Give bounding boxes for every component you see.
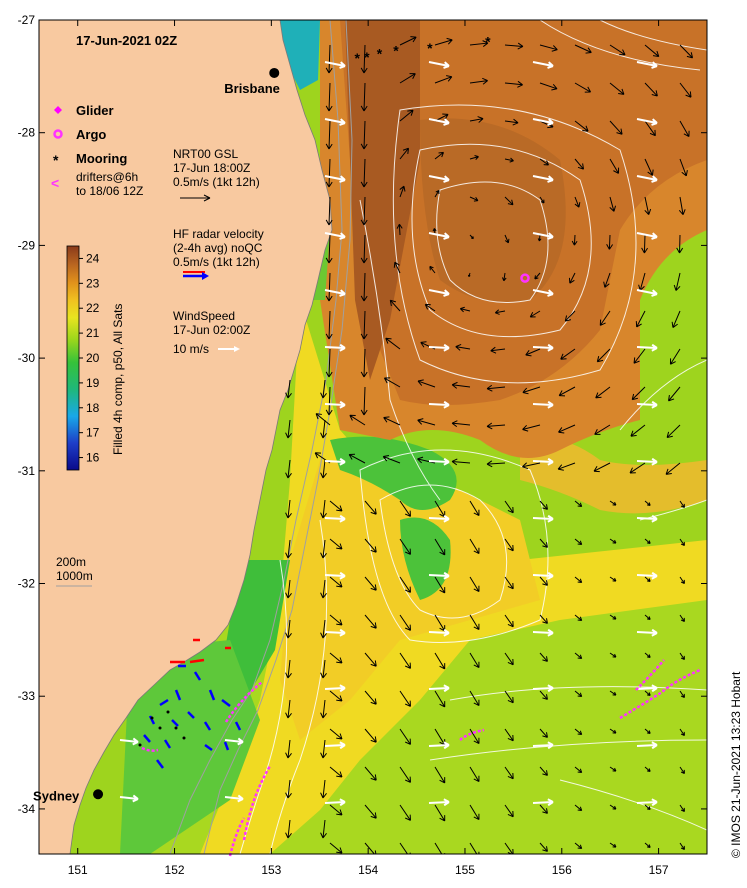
- lon-tick-label: 151: [68, 863, 88, 877]
- lat-tick-label: -34: [18, 802, 36, 816]
- hf-key-line2: (2-4h avg) noQC: [173, 241, 263, 255]
- isobath-1000m-label: 1000m: [56, 569, 93, 583]
- glider-legend-label: Glider: [76, 103, 114, 118]
- hf-key-line1: HF radar velocity: [173, 227, 264, 241]
- map-title: 17-Jun-2021 02Z: [76, 33, 177, 48]
- colorbar-tick-label: 20: [86, 351, 100, 365]
- argo-legend-label: Argo: [76, 127, 106, 142]
- colorbar-tick-label: 24: [86, 251, 100, 265]
- wind-key-line1: WindSpeed: [173, 309, 235, 323]
- drifter-legend-line1: drifters@6h: [76, 170, 138, 184]
- hf-key-line3: 0.5m/s (1kt 12h): [173, 255, 260, 269]
- lon-tick-label: 152: [165, 863, 185, 877]
- mooring-marker: *: [364, 49, 370, 65]
- lat-tick-label: -32: [18, 577, 36, 591]
- mooring-marker: *: [377, 46, 383, 62]
- mooring-marker: *: [427, 40, 433, 56]
- lat-tick-label: -30: [18, 351, 36, 365]
- colorbar-tick-label: 23: [86, 276, 100, 290]
- lon-tick-label: 157: [649, 863, 669, 877]
- ocean-map: * * * * * * BrisbaneSydney 151 152 153 154 155 156…: [18, 13, 743, 877]
- colorbar-tick-label: 22: [86, 301, 100, 315]
- lat-tick-label: -27: [18, 13, 36, 27]
- colorbar-tick-label: 17: [86, 426, 100, 440]
- mooring-legend-label: Mooring: [76, 151, 127, 166]
- nrt-key-line3: 0.5m/s (1kt 12h): [173, 175, 260, 189]
- drifter-legend-line2: to 18/06 12Z: [76, 184, 143, 198]
- mooring-marker: *: [354, 50, 360, 66]
- city-dot: [269, 67, 280, 78]
- mooring-marker: *: [485, 33, 491, 49]
- colorbar-ticks: 16 17 18 19 20 21 22 23 24: [79, 251, 100, 465]
- lat-tick-label: -31: [18, 464, 36, 478]
- lon-tick-label: 155: [455, 863, 475, 877]
- lon-tick-label: 154: [358, 863, 378, 877]
- lat-tick-label: -33: [18, 689, 36, 703]
- lon-tick-label: 156: [552, 863, 572, 877]
- city-label: Sydney: [33, 788, 80, 803]
- lon-tick-label: 153: [261, 863, 281, 877]
- mooring-marker: *: [393, 42, 399, 58]
- nrt-key-line1: NRT00 GSL: [173, 147, 238, 161]
- mooring-legend-icon: *: [53, 152, 59, 168]
- wind-key-line2: 17-Jun 02:00Z: [173, 323, 250, 337]
- nrt-key-line2: 17-Jun 18:00Z: [173, 161, 250, 175]
- lat-tick-label: -28: [18, 126, 36, 140]
- drifter-legend-icon: <: [51, 175, 59, 191]
- colorbar-tick-label: 21: [86, 326, 100, 340]
- colorbar-tick-label: 16: [86, 451, 100, 465]
- isobath-200m-label: 200m: [56, 555, 86, 569]
- colorbar-label: Filled 4h comp, p50, All Sats: [111, 304, 125, 455]
- city-dot: [93, 789, 104, 800]
- wind-key-line3: 10 m/s: [173, 342, 209, 356]
- colorbar-tick-label: 19: [86, 376, 100, 390]
- imos-credit: © IMOS 21-Jun-2021 13:23 Hobart: [729, 671, 743, 858]
- city-label: Brisbane: [224, 81, 280, 96]
- lat-tick-label: -29: [18, 238, 36, 252]
- colorbar-tick-label: 18: [86, 401, 100, 415]
